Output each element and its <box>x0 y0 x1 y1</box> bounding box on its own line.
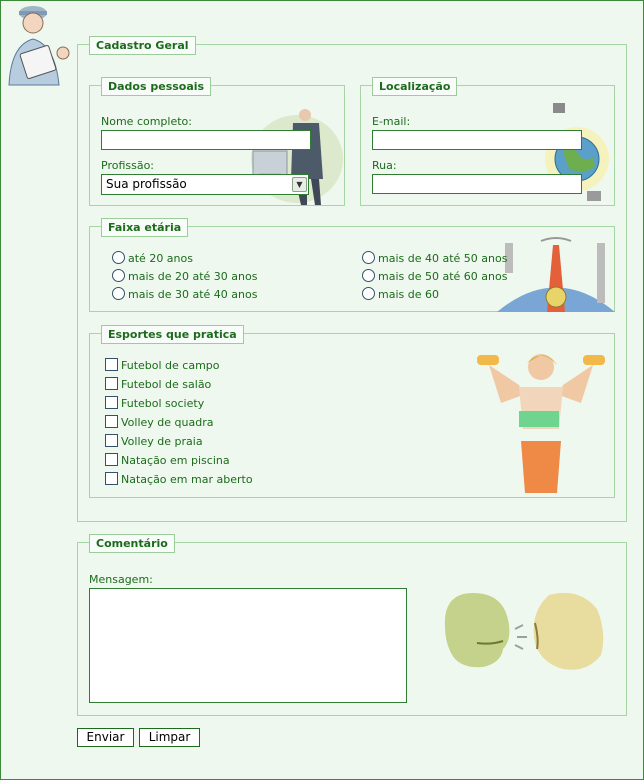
faixa-etaria-legend: Faixa etária <box>101 218 189 237</box>
faixa-option-label: mais de 50 até 60 anos <box>378 270 508 283</box>
enviar-button[interactable]: Enviar <box>77 728 134 747</box>
check-futebol-salao[interactable] <box>105 377 118 390</box>
esporte-option-label: Volley de praia <box>121 435 203 448</box>
check-futebol-campo[interactable] <box>105 358 118 371</box>
chevron-down-icon[interactable]: ▼ <box>292 177 307 192</box>
dados-pessoais-legend: Dados pessoais <box>101 77 212 96</box>
check-volley-quadra[interactable] <box>105 415 118 428</box>
esporte-option-label: Futebol de salão <box>121 378 212 391</box>
faixa-option-label: mais de 60 <box>378 288 439 301</box>
limpar-button[interactable]: Limpar <box>139 728 200 747</box>
esporte-option-label: Natação em mar aberto <box>121 473 253 486</box>
profissao-select[interactable]: Sua profissão ▼ <box>101 174 309 195</box>
nome-completo-input[interactable] <box>101 130 311 150</box>
mensagem-textarea[interactable] <box>89 588 407 703</box>
fitness-woman-illustration <box>477 354 605 493</box>
rua-input[interactable] <box>372 174 582 194</box>
esportes-legend: Esportes que pratica <box>101 325 244 344</box>
nome-completo-label: Nome completo: <box>101 115 192 128</box>
email-label: E-mail: <box>372 115 411 128</box>
esporte-option-label: Futebol de campo <box>121 359 220 372</box>
check-natacao-piscina[interactable] <box>105 453 118 466</box>
esporte-option-label: Futebol society <box>121 397 205 410</box>
esporte-option-label: Volley de quadra <box>121 416 214 429</box>
radio-20-30[interactable] <box>112 269 125 282</box>
esporte-option-label: Natação em piscina <box>121 454 230 467</box>
mensagem-label: Mensagem: <box>89 573 153 586</box>
faixa-option-label: até 20 anos <box>128 252 193 265</box>
scale-illustration <box>497 237 615 312</box>
radio-mais-60[interactable] <box>362 287 375 300</box>
conversation-illustration <box>444 592 604 670</box>
radio-50-60[interactable] <box>362 269 375 282</box>
page-frame: Cadastro Geral Dados pessoais Nome compl… <box>0 0 644 780</box>
faixa-option-label: mais de 40 até 50 anos <box>378 252 508 265</box>
faixa-option-label: mais de 20 até 30 anos <box>128 270 258 283</box>
profissao-label: Profissão: <box>101 159 155 172</box>
check-natacao-mar[interactable] <box>105 472 118 485</box>
localizacao-legend: Localização <box>372 77 458 96</box>
comentario-legend: Comentário <box>89 534 175 553</box>
radio-40-50[interactable] <box>362 251 375 264</box>
check-futebol-society[interactable] <box>105 396 118 409</box>
mascot-illustration <box>8 6 70 86</box>
cadastro-geral-legend: Cadastro Geral <box>89 36 196 55</box>
radio-ate-20[interactable] <box>112 251 125 264</box>
rua-label: Rua: <box>372 159 397 172</box>
radio-30-40[interactable] <box>112 287 125 300</box>
check-volley-praia[interactable] <box>105 434 118 447</box>
email-input[interactable] <box>372 130 582 150</box>
profissao-selected-value: Sua profissão <box>106 177 187 191</box>
faixa-option-label: mais de 30 até 40 anos <box>128 288 258 301</box>
